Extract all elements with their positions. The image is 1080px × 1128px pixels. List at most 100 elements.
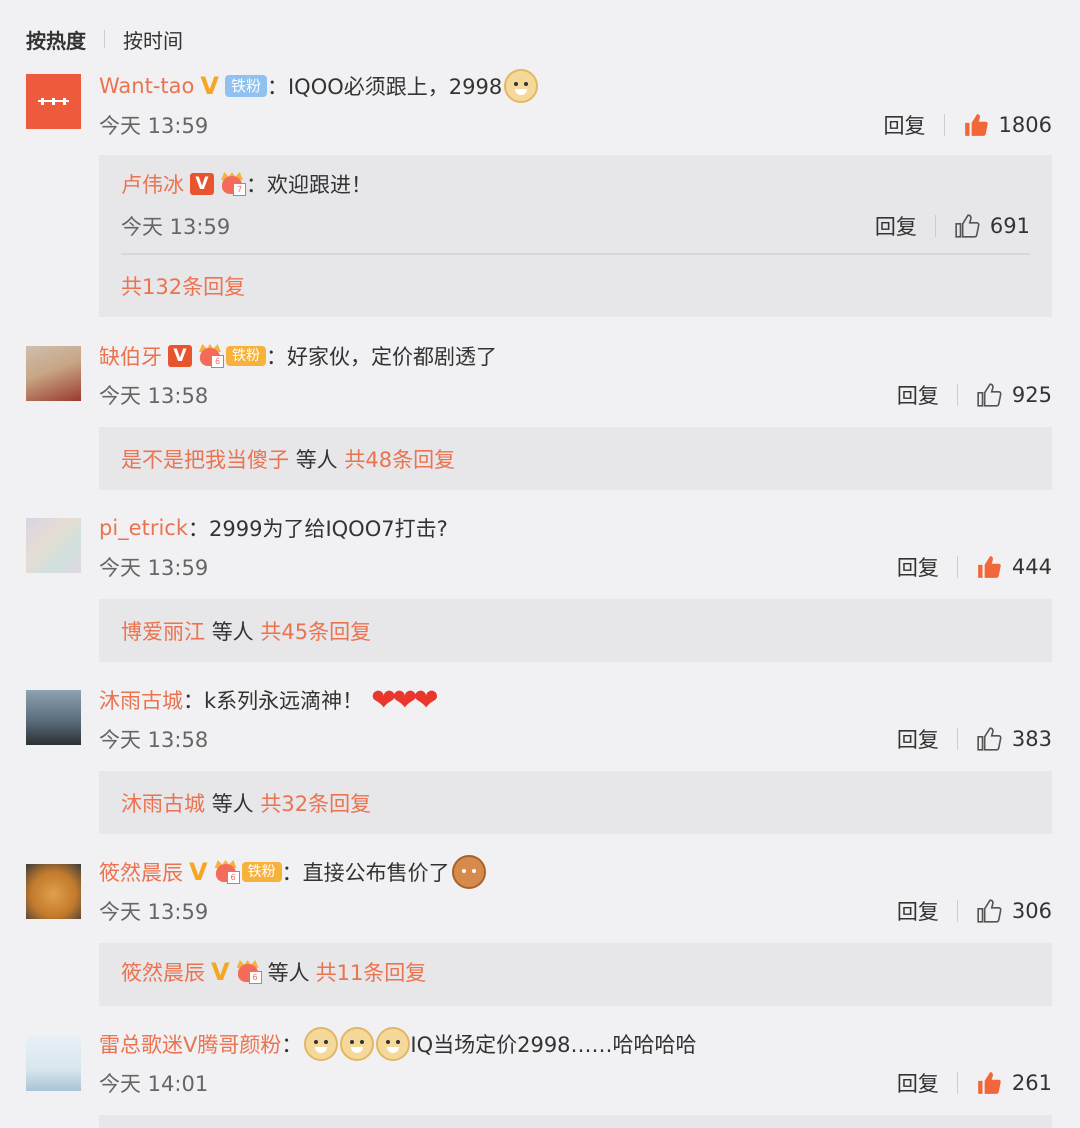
reply-button[interactable]: 回复 [897, 724, 939, 754]
like-count: 925 [1011, 383, 1052, 407]
divider-line [121, 253, 1030, 255]
reply-button[interactable]: 回复 [897, 1068, 939, 1098]
thumbs-up-filled-icon[interactable] [976, 554, 1002, 580]
avatar[interactable] [26, 864, 81, 919]
reply-summary-box[interactable]: 博爱丽江 等人 共45条回复 [99, 599, 1052, 662]
comment-text: 好家伙，定价都剧透了 [287, 345, 497, 369]
like-count: 261 [1011, 1071, 1052, 1095]
comment-actions: 回复 925 [897, 380, 1052, 410]
colon: ： [188, 517, 209, 541]
colon: ： [266, 75, 288, 99]
fan-badge: 铁粉 [224, 75, 267, 97]
username[interactable]: 沐雨古城 [99, 685, 183, 715]
thumbs-up-icon[interactable] [954, 213, 980, 239]
fan-badge: 铁粉 [226, 346, 266, 366]
comment-text: k系列永远滴神！ [204, 689, 364, 713]
comment-text: IQOO必须跟上，2998 [287, 75, 503, 99]
sub-reply-username[interactable]: 卢伟冰 [121, 169, 184, 199]
like-count: 444 [1011, 555, 1052, 579]
vip-crown-icon: 6 [236, 960, 262, 984]
comment-actions: 回复 444 [897, 552, 1052, 582]
username[interactable]: Want-tao [99, 74, 194, 98]
username[interactable]: 筱然晨辰 [99, 857, 183, 887]
vip-crown-icon: 7 [220, 172, 246, 196]
sub-reply-line: 卢伟冰 V 7 ： 欢迎跟进！ [121, 169, 372, 199]
divider [934, 215, 936, 237]
avatar[interactable] [26, 690, 81, 745]
more-replies-link[interactable]: 共132条回复 [121, 271, 245, 301]
avatar[interactable] [26, 74, 81, 129]
comment-line: Want-tao V 铁粉 ： IQOO必须跟上，2998 [99, 69, 539, 103]
reply-summary-box[interactable]: 是不是把我当傻子 等人 共48条回复 [99, 427, 1052, 490]
reply-summary-name[interactable]: 博爱丽江 [121, 620, 205, 644]
reply-button[interactable]: 回复 [897, 896, 939, 926]
fan-badge: 铁粉 [241, 862, 282, 882]
thumbs-up-icon[interactable] [976, 898, 1002, 924]
reply-summary-box [99, 1115, 1052, 1128]
doge-emoji-icon [304, 1027, 339, 1061]
username[interactable]: 雷总歌迷V腾哥颜粉 [99, 1029, 281, 1059]
divider [956, 1072, 958, 1094]
reply-box: 卢伟冰 V 7 ： 欢迎跟进！ 今天 13:59 回复 691 共132条回复 [99, 155, 1052, 317]
comment-actions: 回复 306 [897, 896, 1052, 926]
reply-button[interactable]: 回复 [875, 211, 917, 241]
reply-summary-others: 等人 [295, 448, 338, 472]
colon: ： [266, 345, 287, 369]
vip-crown-icon: 6 [214, 860, 240, 884]
avatar[interactable] [26, 518, 81, 573]
reply-summary-others: 等人 [211, 620, 254, 644]
reply-summary-name[interactable]: 沐雨古城 [121, 792, 205, 816]
heart-emoji-icon: ❤❤❤ [371, 682, 438, 718]
divider [943, 114, 945, 136]
comment-line: 雷总歌迷V腾哥颜粉 ： IQ当场定价2998……哈哈哈哈 [99, 1027, 697, 1061]
reply-summary: 筱然晨辰 V 6 等人 共11条回复 [121, 957, 426, 987]
thumbs-up-icon[interactable] [976, 726, 1002, 752]
reply-summary-name[interactable]: 是不是把我当傻子 [121, 448, 289, 472]
reply-button[interactable]: 回复 [897, 552, 939, 582]
divider [956, 384, 958, 406]
reply-summary: 是不是把我当傻子 等人 共48条回复 [121, 444, 455, 474]
reply-button[interactable]: 回复 [884, 110, 926, 140]
reply-summary-box[interactable]: 筱然晨辰 V 6 等人 共11条回复 [99, 943, 1052, 1006]
reply-summary-count[interactable]: 共45条回复 [260, 620, 371, 644]
avatar[interactable] [26, 346, 81, 401]
logo-icon [38, 98, 69, 105]
like-count: 691 [989, 214, 1030, 238]
timestamp: 今天 13:58 [99, 728, 209, 752]
divider [956, 728, 958, 750]
verified-v-icon: V [190, 173, 214, 195]
verified-v-icon: V [189, 858, 208, 886]
username[interactable]: 缺伯牙 [99, 341, 162, 371]
reply-summary-count[interactable]: 共11条回复 [316, 957, 427, 987]
reply-button[interactable]: 回复 [897, 380, 939, 410]
reply-summary-box[interactable]: 沐雨古城 等人 共32条回复 [99, 771, 1052, 834]
like-count: 383 [1011, 727, 1052, 751]
comment-text: 直接公布售价了 [302, 861, 450, 885]
reply-summary-count[interactable]: 共48条回复 [344, 448, 455, 472]
comment-text: 2999为了给IQOO7打击? [209, 517, 448, 541]
comment-actions: 回复 1806 [884, 110, 1052, 140]
timestamp: 今天 13:59 [99, 900, 209, 924]
sort-bar: 按热度 按时间 [26, 24, 183, 54]
sort-by-hot[interactable]: 按热度 [26, 25, 86, 54]
thumbs-up-filled-icon[interactable] [963, 112, 989, 138]
reply-summary-others: 等人 [211, 792, 254, 816]
comment-line: 缺伯牙 V 6 铁粉 ： 好家伙，定价都剧透了 [99, 340, 497, 372]
sub-reply-time: 今天 13:59 [121, 215, 231, 239]
timestamp: 今天 14:01 [99, 1072, 209, 1096]
thumbs-up-icon[interactable] [976, 382, 1002, 408]
reply-summary-count[interactable]: 共32条回复 [260, 792, 371, 816]
reply-summary-others: 等人 [267, 961, 310, 985]
thumbs-up-filled-icon[interactable] [976, 1070, 1002, 1096]
doge-emoji-icon [340, 1027, 375, 1061]
avatar[interactable] [26, 1036, 81, 1091]
comment-line: 沐雨古城 ： k系列永远滴神！ ❤❤❤ [99, 682, 439, 718]
timestamp: 今天 13:59 [99, 556, 209, 580]
colon: ： [183, 689, 204, 713]
sort-divider [104, 30, 105, 48]
doge-emoji-icon [376, 1027, 411, 1061]
reply-summary-name[interactable]: 筱然晨辰 [121, 957, 205, 987]
comment-actions: 回复 383 [897, 724, 1052, 754]
username[interactable]: pi_etrick [99, 516, 188, 540]
sort-by-time[interactable]: 按时间 [123, 25, 183, 54]
